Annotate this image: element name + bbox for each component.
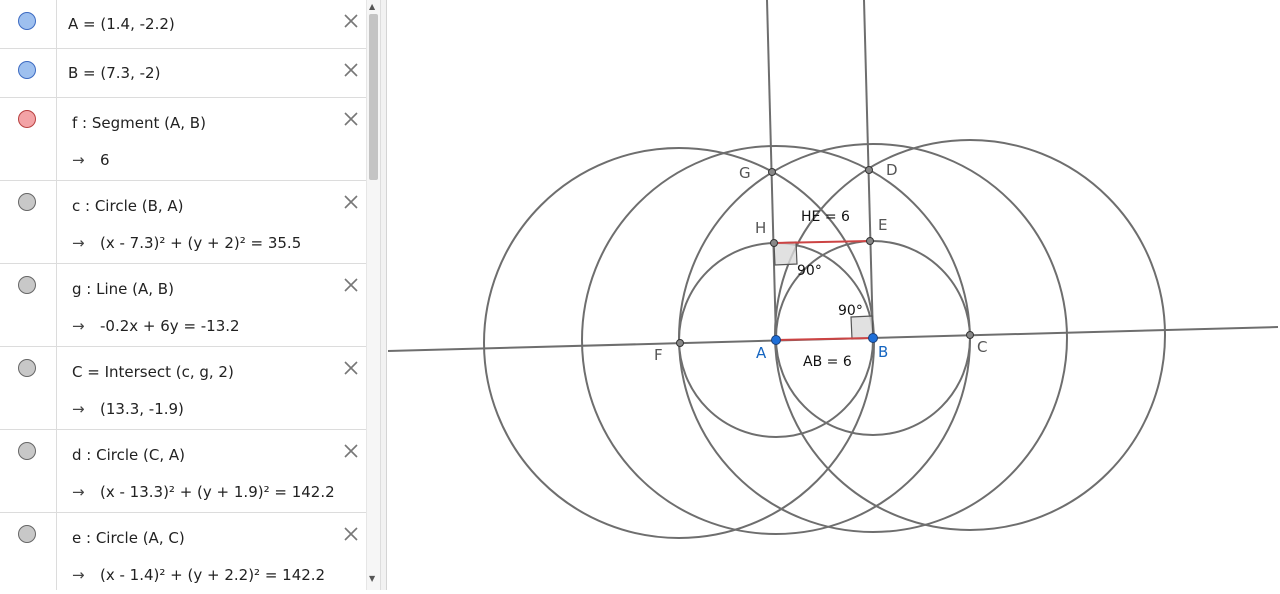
delete-close-icon[interactable] bbox=[342, 110, 360, 128]
segment-label-he: HE = 6 bbox=[801, 209, 850, 225]
algebra-row-circle-c[interactable]: c : Circle (B, A) → (x - 7.3)² + (y + 2)² … bbox=[0, 181, 366, 264]
object-definition[interactable]: g : Line (A, B) bbox=[72, 280, 174, 298]
point-label-d: D bbox=[886, 161, 898, 179]
point-label-h: H bbox=[755, 219, 766, 237]
scroll-thumb[interactable] bbox=[369, 14, 378, 180]
output-arrow-icon: → bbox=[72, 400, 85, 418]
graphics-view[interactable]: 90° 90° AB = 6 HE = 6 A B C D E F G H bbox=[387, 0, 1280, 590]
visibility-toggle[interactable] bbox=[18, 12, 36, 30]
angle-label-h: 90° bbox=[797, 263, 822, 279]
delete-close-icon[interactable] bbox=[342, 276, 360, 294]
angle-label-b: 90° bbox=[838, 303, 863, 319]
point-c[interactable] bbox=[966, 331, 974, 339]
output-arrow-icon: → bbox=[72, 483, 85, 501]
delete-close-icon[interactable] bbox=[342, 193, 360, 211]
output-arrow-icon: → bbox=[72, 234, 85, 252]
algebra-view: A = (1.4, -2.2) B = (7.3, -2) f : Segment … bbox=[0, 0, 366, 590]
object-value: (x - 13.3)² + (y + 1.9)² = 142.2 bbox=[100, 483, 335, 501]
visibility-toggle[interactable] bbox=[18, 193, 36, 211]
point-b[interactable] bbox=[868, 333, 878, 343]
algebra-row-line-g[interactable]: g : Line (A, B) → -0.2x + 6y = -13.2 bbox=[0, 264, 366, 347]
right-angle-marker-h bbox=[773, 241, 798, 266]
delete-close-icon[interactable] bbox=[342, 525, 360, 543]
output-arrow-icon: → bbox=[72, 566, 85, 584]
object-value: (x - 7.3)² + (y + 2)² = 35.5 bbox=[100, 234, 302, 252]
algebra-row-point-b[interactable]: B = (7.3, -2) bbox=[0, 49, 366, 98]
output-arrow-icon: → bbox=[72, 151, 85, 169]
point-h[interactable] bbox=[770, 239, 778, 247]
point-label-a: A bbox=[756, 344, 767, 362]
algebra-row-circle-e[interactable]: e : Circle (A, C) → (x - 1.4)² + (y + 2.2)… bbox=[0, 513, 366, 590]
point-label-c: C bbox=[977, 338, 987, 356]
geometry-canvas[interactable]: 90° 90° AB = 6 HE = 6 A B C D E F G H bbox=[387, 0, 1280, 590]
visibility-toggle[interactable] bbox=[18, 359, 36, 377]
scroll-up-arrow-icon[interactable]: ▲ bbox=[369, 3, 375, 11]
point-d[interactable] bbox=[865, 166, 873, 174]
object-definition[interactable]: e : Circle (A, C) bbox=[72, 529, 185, 547]
visibility-toggle[interactable] bbox=[18, 61, 36, 79]
object-definition[interactable]: f : Segment (A, B) bbox=[72, 114, 206, 132]
algebra-scrollbar[interactable]: ▲ ▼ bbox=[366, 0, 380, 590]
object-definition[interactable]: c : Circle (B, A) bbox=[72, 197, 184, 215]
delete-close-icon[interactable] bbox=[342, 442, 360, 460]
delete-close-icon[interactable] bbox=[342, 359, 360, 377]
point-e[interactable] bbox=[866, 237, 874, 245]
object-definition[interactable]: B = (7.3, -2) bbox=[68, 64, 160, 82]
algebra-row-point-a[interactable]: A = (1.4, -2.2) bbox=[0, 0, 366, 49]
object-value: (13.3, -1.9) bbox=[100, 400, 184, 418]
algebra-row-segment-f[interactable]: f : Segment (A, B) → 6 bbox=[0, 98, 366, 181]
visibility-toggle[interactable] bbox=[18, 442, 36, 460]
visibility-toggle[interactable] bbox=[18, 110, 36, 128]
object-value: -0.2x + 6y = -13.2 bbox=[100, 317, 240, 335]
point-f[interactable] bbox=[676, 339, 684, 347]
scroll-down-arrow-icon[interactable]: ▼ bbox=[369, 575, 375, 583]
object-definition[interactable]: C = Intersect (c, g, 2) bbox=[72, 363, 234, 381]
algebra-row-circle-d[interactable]: d : Circle (C, A) → (x - 13.3)² + (y + 1.9… bbox=[0, 430, 366, 513]
delete-close-icon[interactable] bbox=[342, 12, 360, 30]
point-label-e: E bbox=[878, 216, 887, 234]
algebra-row-point-c[interactable]: C = Intersect (c, g, 2) → (13.3, -1.9) bbox=[0, 347, 366, 430]
point-a[interactable] bbox=[771, 335, 781, 345]
object-value: 6 bbox=[100, 151, 110, 169]
segment-label-ab: AB = 6 bbox=[803, 354, 852, 370]
point-label-g: G bbox=[739, 164, 751, 182]
delete-close-icon[interactable] bbox=[342, 61, 360, 79]
point-g[interactable] bbox=[768, 168, 776, 176]
point-label-b: B bbox=[878, 343, 888, 361]
segment-ab[interactable] bbox=[775, 337, 874, 341]
object-definition[interactable]: d : Circle (C, A) bbox=[72, 446, 185, 464]
object-value: (x - 1.4)² + (y + 2.2)² = 142.2 bbox=[100, 566, 326, 584]
output-arrow-icon: → bbox=[72, 317, 85, 335]
visibility-toggle[interactable] bbox=[18, 276, 36, 294]
point-label-f: F bbox=[654, 346, 663, 364]
visibility-toggle[interactable] bbox=[18, 525, 36, 543]
view-divider[interactable] bbox=[380, 0, 387, 590]
object-definition[interactable]: A = (1.4, -2.2) bbox=[68, 15, 175, 33]
